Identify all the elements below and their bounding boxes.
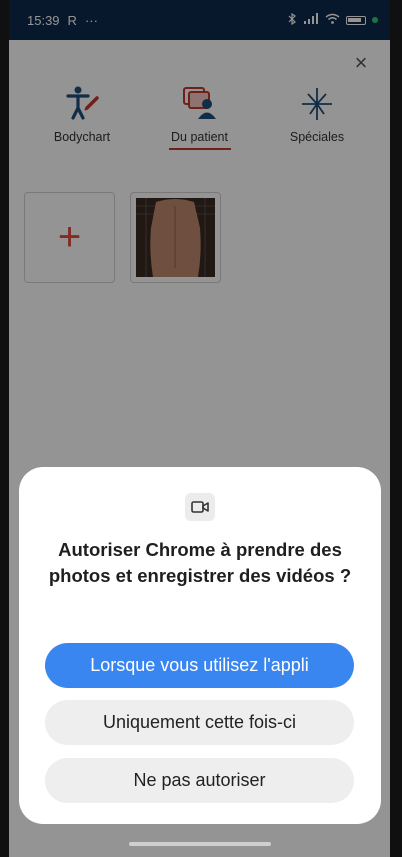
dialog-title: Autoriser Chrome à prendre des photos et… [48, 539, 352, 586]
allow-while-using-button[interactable]: Lorsque vous utilisez l'appli [45, 643, 354, 688]
permission-dialog: Autoriser Chrome à prendre des photos et… [19, 467, 381, 824]
camera-icon [185, 493, 215, 521]
deny-button[interactable]: Ne pas autoriser [45, 758, 354, 803]
home-indicator[interactable] [129, 842, 271, 846]
allow-once-button[interactable]: Uniquement cette fois-ci [45, 700, 354, 745]
